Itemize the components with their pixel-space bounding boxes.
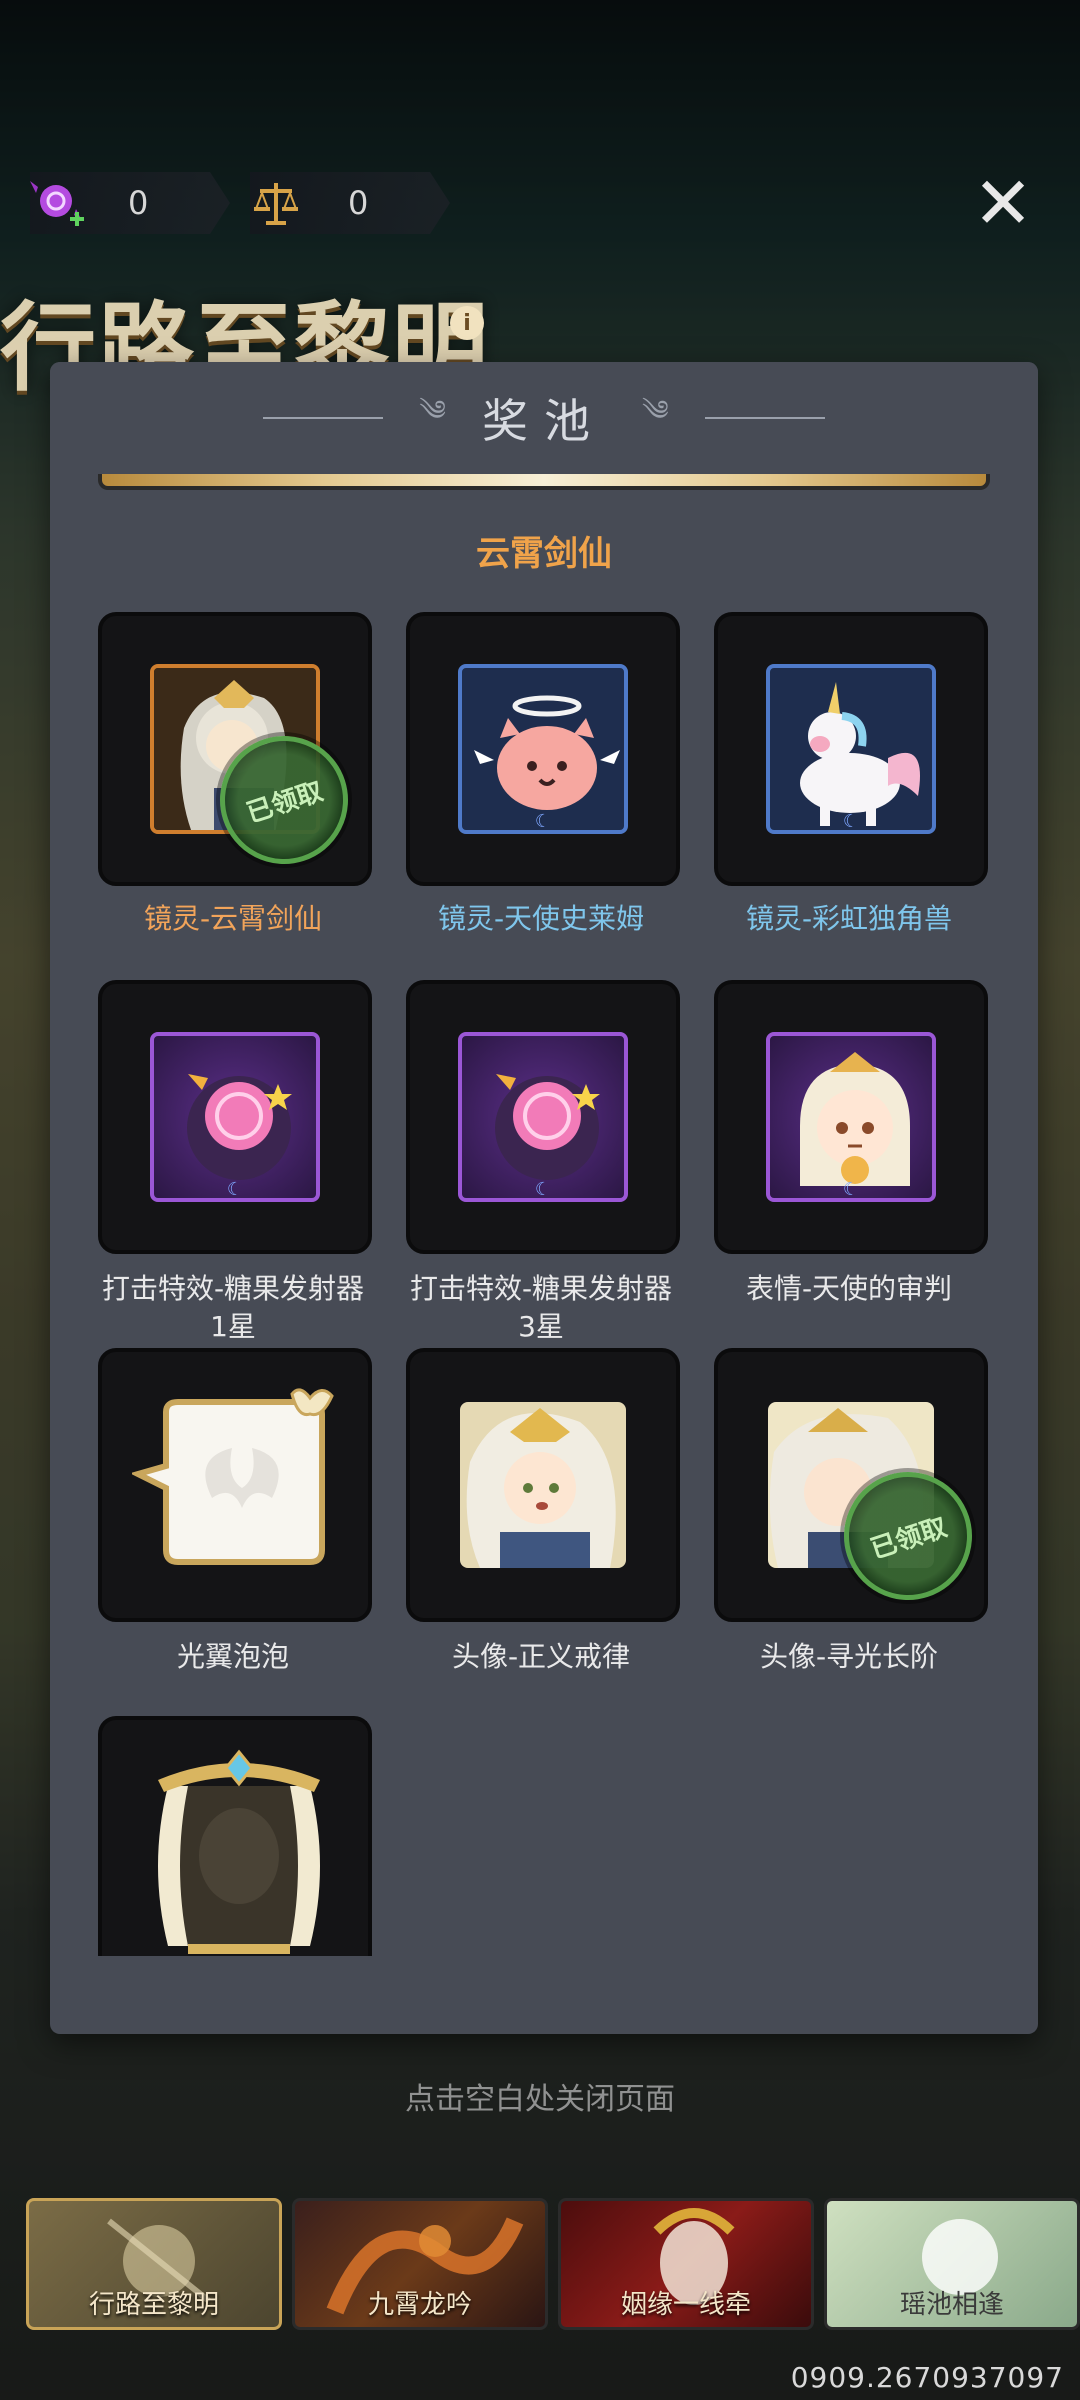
divider: [704, 417, 825, 419]
reward-card[interactable]: [98, 1348, 372, 1622]
swirl-ornament-icon: ༄: [642, 393, 669, 427]
reward-label-text: 打击特效-糖果发射器: [101, 1272, 365, 1305]
reward-label: 镜灵-天使史莱姆: [437, 902, 645, 935]
reward-label: 头像-正义戒律: [451, 1640, 631, 1673]
portrait-frame: ☾: [766, 664, 936, 834]
portrait-frame: ☾: [458, 664, 628, 834]
avatar-frame: [128, 1746, 350, 1960]
reward-label-text: 打击特效-糖果发射器: [409, 1272, 673, 1305]
moon-icon: ☾: [842, 1179, 860, 1200]
modal-header: ༄ 奖池 ༄: [50, 362, 1038, 474]
tab-label: 姻缘一线牵: [620, 2290, 751, 2320]
reward-label: 光翼泡泡: [176, 1640, 289, 1673]
reward-label: 表情-天使的审判: [745, 1272, 953, 1305]
reward-card[interactable]: ☾: [714, 980, 988, 1254]
user-id: 0909.2670937097: [790, 2361, 1064, 2394]
reward-card[interactable]: 已领取: [98, 612, 372, 886]
event-tab-bar: 行路至黎明 九霄龙吟 姻缘一线牵 瑶池相逢: [26, 2198, 1080, 2334]
reward-list-scroll[interactable]: 云霄剑仙 已领取 镜灵-云霄剑仙 ☾ 镜灵-天使史莱姆 ☾ 镜灵-彩虹独角兽 ☾…: [50, 474, 1038, 2028]
candy-count: 0: [128, 184, 149, 222]
winged-avatar-frame-icon: [158, 1749, 320, 1954]
star-level: 3星: [518, 1310, 564, 1343]
justice-precept-avatar-icon: [460, 1402, 626, 1568]
candy-launcher-icon: [495, 1074, 600, 1180]
bubble-frame: [132, 1388, 338, 1584]
swirl-ornament-icon: ༄: [419, 393, 446, 427]
modal-title: 奖池: [482, 394, 606, 448]
avatar-frame: [460, 1402, 626, 1568]
reward-card[interactable]: ☾: [98, 980, 372, 1254]
reward-card[interactable]: ☾: [714, 612, 988, 886]
star-level: 1星: [210, 1310, 256, 1343]
reward-label: 头像-寻光长阶: [759, 1640, 939, 1673]
candy-currency: 0: [30, 172, 230, 234]
tab-label: 瑶池相逢: [899, 2290, 1004, 2320]
reward-label: 打击特效-糖果发射器 1星: [73, 1270, 393, 1346]
reward-label: 打击特效-糖果发射器 3星: [381, 1270, 701, 1346]
scales-currency: 0: [250, 172, 450, 234]
close-icon[interactable]: ✕: [968, 167, 1038, 239]
tab-label: 九霄龙吟: [367, 2290, 472, 2320]
claimed-label: 已领取: [867, 1512, 951, 1565]
moon-icon: ☾: [842, 811, 860, 832]
claimed-label: 已领取: [243, 776, 327, 829]
moon-icon: ☾: [534, 811, 552, 832]
angel-slime-icon: [474, 695, 620, 810]
portrait-frame: ☾: [766, 1032, 936, 1202]
wing-bubble-icon: [132, 1388, 334, 1565]
reward-label: 镜灵-云霄剑仙: [143, 902, 323, 935]
reward-card[interactable]: ☾: [406, 612, 680, 886]
scales-icon[interactable]: [250, 172, 308, 234]
moon-icon: ☾: [226, 1179, 244, 1200]
hero-banner: [98, 474, 990, 490]
portrait-frame: ☾: [458, 1032, 628, 1202]
reward-card[interactable]: [406, 1348, 680, 1622]
tab-label: 行路至黎明: [88, 2290, 219, 2320]
candy-launcher-icon: [187, 1074, 292, 1180]
tab-event-2[interactable]: 九霄龙吟: [292, 2198, 548, 2330]
reward-card[interactable]: ☾: [406, 980, 680, 1254]
scales-count: 0: [348, 184, 369, 222]
section-title: 云霄剑仙: [476, 534, 612, 574]
reward-label: 镜灵-彩虹独角兽: [745, 902, 953, 935]
tab-event-1[interactable]: 行路至黎明: [26, 2198, 282, 2330]
portrait-frame: ☾: [150, 1032, 320, 1202]
tab-event-3[interactable]: 姻缘一线牵: [558, 2198, 814, 2330]
reward-card[interactable]: 已领取: [714, 1348, 989, 1622]
angel-judgement-emote-icon: [800, 1052, 910, 1186]
candy-plus-icon[interactable]: [30, 172, 88, 234]
divider: [263, 417, 384, 419]
moon-icon: ☾: [534, 1179, 552, 1200]
reward-card[interactable]: [98, 1716, 372, 1956]
tab-event-4[interactable]: 瑶池相逢: [824, 2198, 1080, 2330]
close-hint: 点击空白处关闭页面: [405, 2082, 675, 2117]
rainbow-unicorn-icon: [800, 682, 920, 826]
reward-pool-modal: ༄ 奖池 ༄ 云霄剑仙 已领取 镜灵-云霄剑仙 ☾ 镜灵-天使史莱姆 ☾ 镜灵-…: [50, 362, 1038, 2034]
info-icon[interactable]: i: [450, 306, 484, 340]
